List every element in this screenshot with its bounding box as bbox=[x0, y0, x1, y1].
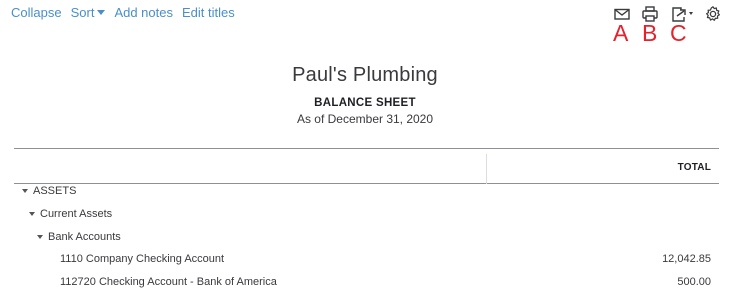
account-row: 1110 Company Checking Account 12,042.85 bbox=[0, 253, 730, 275]
report-title-block: Paul's Plumbing BALANCE SHEET As of Dece… bbox=[0, 64, 730, 126]
report-toolbar: Collapse Sort Add notes Edit titles A B … bbox=[0, 0, 730, 45]
section-row-bank-accounts: Bank Accounts bbox=[0, 231, 730, 253]
account-row: 112720 Checking Account - Bank of Americ… bbox=[0, 276, 730, 298]
row-label: 112720 Checking Account - Bank of Americ… bbox=[60, 276, 277, 288]
row-label: 1110 Company Checking Account bbox=[60, 253, 225, 265]
column-header-row: TOTAL bbox=[14, 148, 719, 184]
annotation-a: A bbox=[613, 20, 629, 46]
row-label: Bank Accounts bbox=[48, 231, 121, 243]
company-name[interactable]: Paul's Plumbing bbox=[0, 64, 730, 87]
report-date[interactable]: As of December 31, 2020 bbox=[0, 112, 730, 126]
report-name[interactable]: BALANCE SHEET bbox=[0, 97, 730, 109]
row-label: ASSETS bbox=[33, 185, 77, 197]
row-amount[interactable]: 12,042.85 bbox=[662, 253, 711, 265]
collapse-triangle-icon[interactable] bbox=[22, 189, 28, 193]
total-column-header: TOTAL bbox=[677, 162, 711, 173]
collapse-triangle-icon[interactable] bbox=[37, 235, 43, 239]
section-row-assets: ASSETS bbox=[0, 185, 730, 207]
collapse-triangle-icon[interactable] bbox=[29, 212, 35, 216]
annotation-c: C bbox=[670, 20, 687, 46]
gear-icon[interactable] bbox=[704, 5, 724, 23]
column-divider[interactable] bbox=[486, 154, 487, 184]
row-amount[interactable]: 500.00 bbox=[677, 276, 711, 288]
section-row-current-assets: Current Assets bbox=[0, 208, 730, 230]
row-label: Current Assets bbox=[40, 208, 113, 220]
annotation-b: B bbox=[642, 20, 658, 46]
